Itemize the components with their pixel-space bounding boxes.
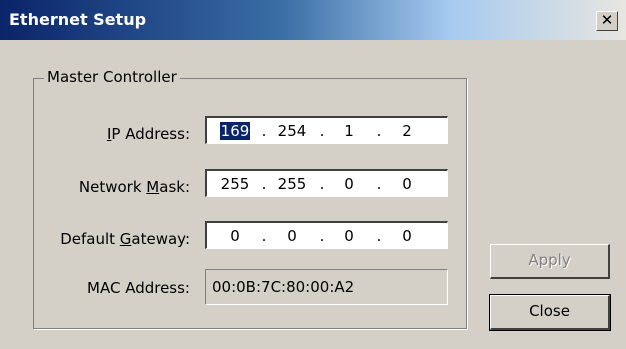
ip-octet-1[interactable]: 169 [215, 122, 255, 140]
mac-address-value: 00:0B:7C:80:00:A2 [205, 269, 448, 305]
network-mask-field[interactable]: 255 . 255 . 0 . 0 [205, 169, 448, 197]
close-window-button[interactable]: ✕ [596, 11, 618, 31]
ip-octet-3[interactable]: 1 [329, 122, 369, 140]
mask-octet-3[interactable]: 0 [329, 175, 369, 193]
mask-octet-2[interactable]: 255 [272, 175, 312, 193]
ip-address-label: IP Address: [106, 125, 190, 143]
mask-octet-4[interactable]: 0 [387, 175, 427, 193]
close-button[interactable]: Close [489, 294, 611, 331]
ip-octet-2[interactable]: 254 [272, 122, 312, 140]
group-label: Master Controller [44, 68, 180, 86]
ip-octet-4[interactable]: 2 [387, 122, 427, 140]
mac-address-label: MAC Address: [87, 279, 190, 297]
close-icon: ✕ [600, 11, 614, 29]
gateway-octet-4[interactable]: 0 [387, 227, 427, 245]
mask-octet-1[interactable]: 255 [215, 175, 255, 193]
gateway-octet-2[interactable]: 0 [272, 227, 312, 245]
window-title: Ethernet Setup [9, 10, 147, 29]
ip-address-field[interactable]: 169 . 254 . 1 . 2 [205, 116, 448, 144]
network-mask-label: Network Mask: [78, 178, 190, 196]
default-gateway-field[interactable]: 0 . 0 . 0 . 0 [205, 221, 448, 249]
gateway-octet-3[interactable]: 0 [329, 227, 369, 245]
apply-button[interactable]: Apply [490, 244, 610, 279]
title-bar[interactable]: Ethernet Setup ✕ [0, 0, 626, 40]
gateway-octet-1[interactable]: 0 [215, 227, 255, 245]
default-gateway-label: Default Gateway: [60, 230, 190, 248]
